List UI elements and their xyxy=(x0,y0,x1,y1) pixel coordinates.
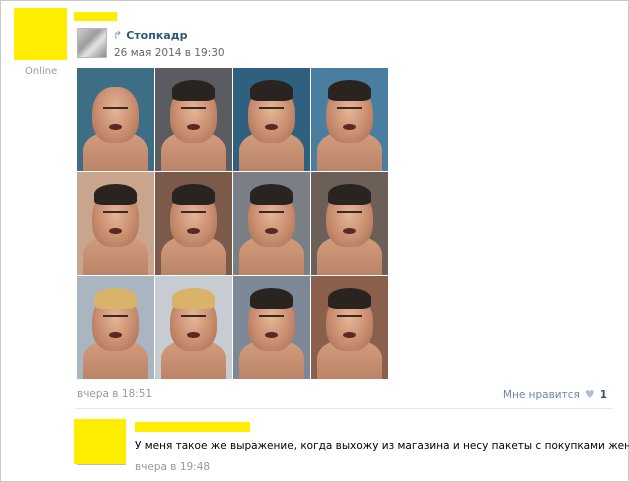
photo-diver-eyes xyxy=(181,315,206,323)
heart-icon: ♥ xyxy=(584,388,595,401)
photo-diver-eyes xyxy=(337,107,362,115)
online-status: Online xyxy=(25,66,58,77)
photo-diver-mouth xyxy=(265,331,278,338)
photo-diver-eyes xyxy=(103,315,128,323)
photo-diver-hair xyxy=(327,288,372,309)
photo-diver-eyes xyxy=(181,107,206,115)
photo-diver-eyes xyxy=(337,211,362,219)
photo-diver-mouth xyxy=(187,123,200,130)
photo-diver-mouth xyxy=(343,331,356,338)
redacted-comment-avatar xyxy=(74,419,126,464)
redacted-commenter-name xyxy=(135,422,250,432)
photo-tile[interactable] xyxy=(233,172,310,275)
repost-source-link[interactable]: Стопкадр xyxy=(126,29,187,42)
comments-divider xyxy=(75,408,612,409)
photo-diver-mouth xyxy=(187,227,200,234)
like-count: 1 xyxy=(599,388,607,401)
redacted-author-name xyxy=(74,12,117,21)
comment-date-link[interactable]: вчера в 19:48 xyxy=(135,461,210,473)
photo-diver-eyes xyxy=(103,211,128,219)
photo-diver-mouth xyxy=(265,123,278,130)
photo-diver-hair xyxy=(93,288,138,309)
repost-date[interactable]: 26 мая 2014 в 19:30 xyxy=(114,47,225,59)
comment-avatar-underline xyxy=(77,464,126,465)
photo-diver-eyes xyxy=(181,211,206,219)
photo-diver-hair xyxy=(171,184,216,205)
photo-tile[interactable] xyxy=(311,276,388,379)
photo-diver-mouth xyxy=(343,227,356,234)
photo-diver-eyes xyxy=(259,107,284,115)
photo-diver-hair xyxy=(171,288,216,309)
photo-diver-mouth xyxy=(343,123,356,130)
photo-diver-hair xyxy=(249,80,294,101)
photo-diver-eyes xyxy=(337,315,362,323)
photo-tile[interactable] xyxy=(155,276,232,379)
photo-tile[interactable] xyxy=(77,276,154,379)
photo-diver-mouth xyxy=(109,123,122,130)
photo-diver-eyes xyxy=(259,315,284,323)
photo-tile[interactable] xyxy=(311,68,388,171)
post-date-link[interactable]: вчера в 18:51 xyxy=(77,388,152,400)
photo-tile[interactable] xyxy=(311,172,388,275)
photo-tile[interactable] xyxy=(155,68,232,171)
redacted-avatar xyxy=(14,8,67,60)
photo-tile[interactable] xyxy=(77,172,154,275)
photo-diver-hair xyxy=(327,184,372,205)
photo-diver-mouth xyxy=(265,227,278,234)
repost-source-avatar[interactable] xyxy=(77,28,107,58)
comment-text: У меня такое же выражение, когда выхожу … xyxy=(135,440,629,452)
photo-tile[interactable] xyxy=(77,68,154,171)
photo-diver-hair xyxy=(327,80,372,101)
like-button[interactable]: Мне нравится ♥ 1 xyxy=(503,388,607,401)
photo-diver-mouth xyxy=(109,331,122,338)
photo-diver-hair xyxy=(171,80,216,101)
repost-header: ↱ Стопкадр xyxy=(113,29,187,42)
photo-collage[interactable] xyxy=(77,68,388,379)
photo-diver-mouth xyxy=(109,227,122,234)
photo-diver-eyes xyxy=(103,107,128,115)
photo-diver-mouth xyxy=(187,331,200,338)
photo-diver-eyes xyxy=(259,211,284,219)
photo-diver-hair xyxy=(249,288,294,309)
photo-tile[interactable] xyxy=(155,172,232,275)
like-label: Мне нравится xyxy=(502,388,580,401)
photo-diver-hair xyxy=(93,184,138,205)
photo-diver-hair xyxy=(249,184,294,205)
photo-tile[interactable] xyxy=(233,276,310,379)
photo-tile[interactable] xyxy=(233,68,310,171)
repost-arrow-icon: ↱ xyxy=(113,29,123,42)
